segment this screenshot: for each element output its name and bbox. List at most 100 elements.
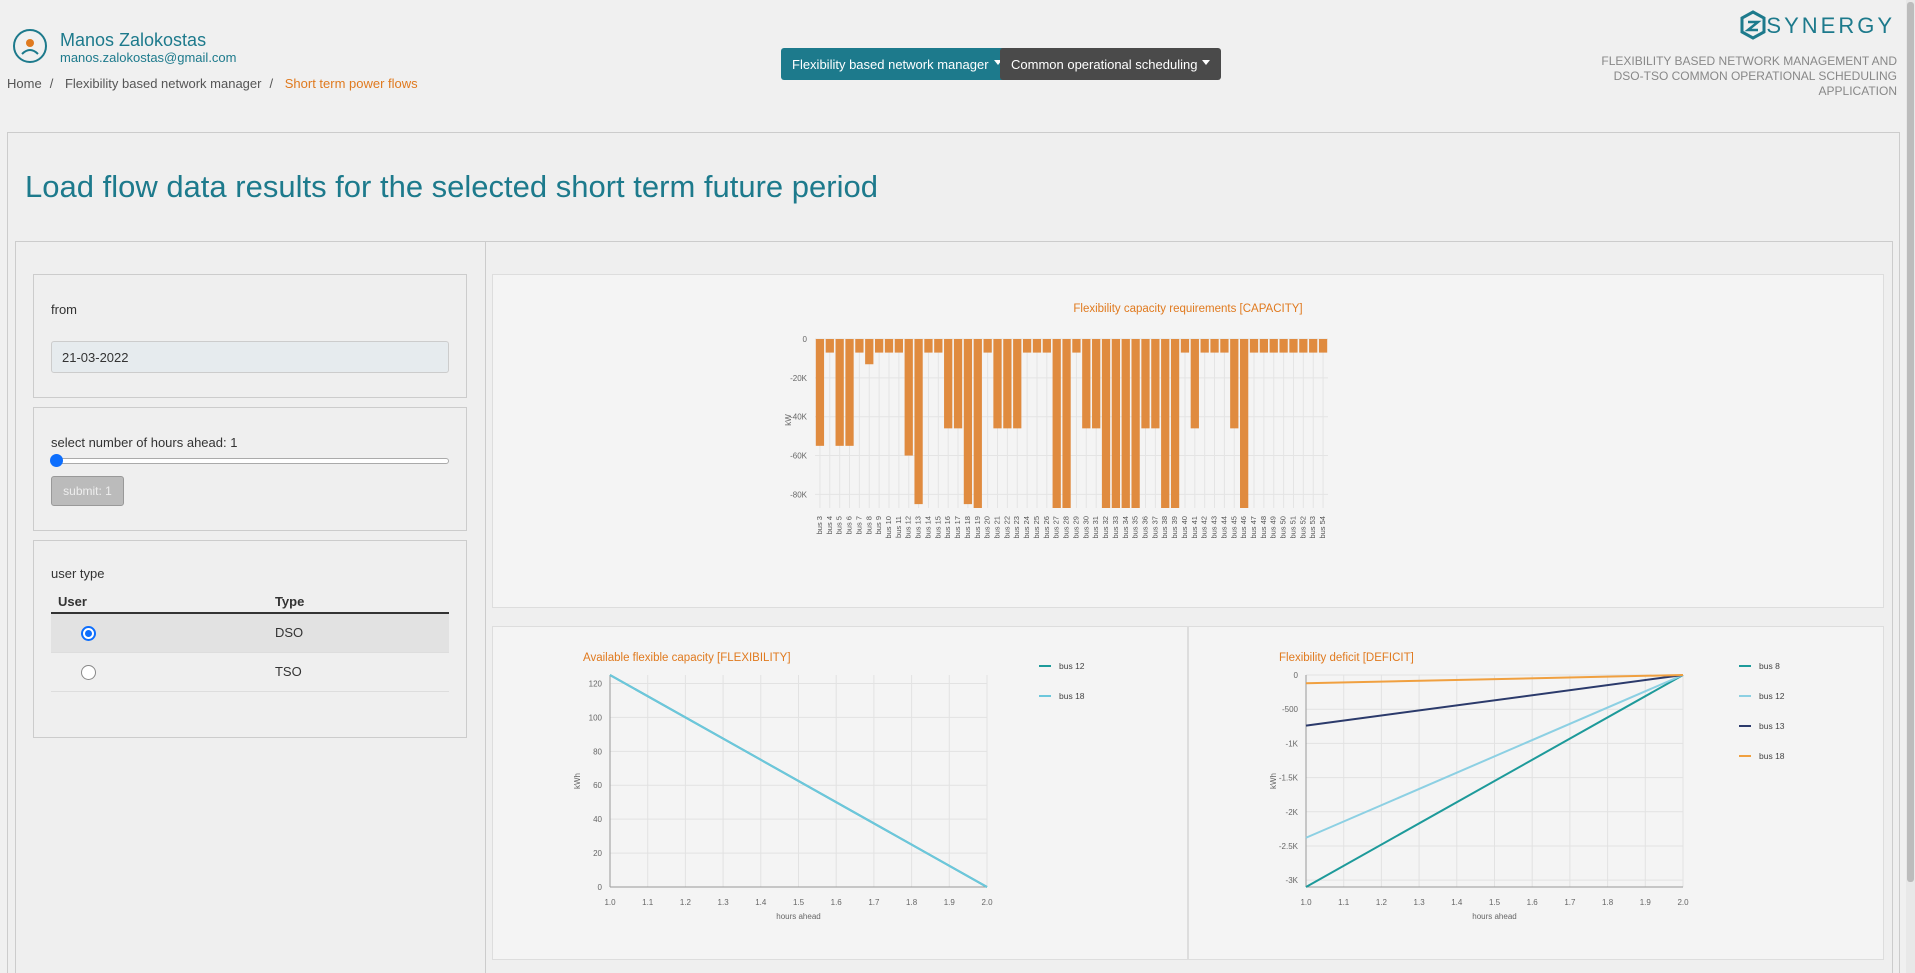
table-row[interactable]: DSO — [51, 613, 449, 653]
capacity-bar-chart: Flexibility capacity requirements [CAPAC… — [784, 303, 1328, 539]
y-tick-label: -60K — [790, 452, 808, 461]
brand-subtitle: FLEXIBILITY BASED NETWORK MANAGEMENT AND… — [1577, 54, 1897, 99]
submit-button[interactable]: submit: 1 — [51, 476, 124, 506]
bar — [1210, 339, 1219, 353]
user-avatar-icon[interactable] — [13, 29, 47, 63]
x-tick-label: bus 24 — [1022, 516, 1031, 539]
breadcrumb-home[interactable]: Home — [7, 76, 42, 91]
capacity-chart-card: Flexibility capacity requirements [CAPAC… — [492, 274, 1884, 608]
legend-label: bus 8 — [1759, 661, 1780, 671]
chevron-down-icon — [1202, 59, 1211, 65]
x-tick-label: 1.3 — [1414, 898, 1426, 907]
hours-label: select number of hours ahead: 1 — [51, 435, 238, 450]
x-tick-label: bus 9 — [874, 516, 883, 534]
legend-label: bus 13 — [1759, 721, 1785, 731]
bar — [973, 339, 982, 508]
bar — [1121, 339, 1130, 508]
deficit-chart-card: Flexibility deficit [DEFICIT] kWh hours ah… — [1188, 626, 1884, 960]
breadcrumb: Home / Flexibility based network manager /… — [7, 76, 418, 91]
y-tick-label: 40 — [593, 815, 602, 824]
user-type-value: TSO — [267, 652, 449, 692]
bar — [1230, 339, 1239, 429]
bar — [845, 339, 854, 446]
bar — [1269, 339, 1278, 353]
bar — [983, 339, 992, 353]
x-tick-label: bus 43 — [1210, 516, 1219, 539]
x-tick-label: bus 51 — [1288, 516, 1297, 539]
y-tick-label: -500 — [1282, 705, 1299, 714]
common-scheduling-dropdown[interactable]: Common operational scheduling — [1000, 48, 1222, 80]
bar — [825, 339, 834, 353]
bar — [904, 339, 913, 456]
x-tick-label: bus 21 — [993, 516, 1002, 539]
table-row[interactable]: TSO — [51, 652, 449, 692]
page-scrollbar[interactable] — [1906, 0, 1915, 973]
x-tick-label: 1.7 — [1564, 898, 1576, 907]
bar — [1131, 339, 1140, 508]
from-date-input[interactable] — [51, 341, 449, 373]
x-tick-label: 1.6 — [1527, 898, 1539, 907]
x-tick-label: 1.5 — [1489, 898, 1501, 907]
hours-card: select number of hours ahead: 1 submit: … — [33, 407, 467, 531]
user-type-table: User Type DSO TSO — [51, 591, 449, 692]
main-panel: Load flow data results for the selected … — [7, 132, 1900, 973]
bar — [1220, 339, 1229, 353]
x-tick-label: 1.9 — [1640, 898, 1652, 907]
x-tick-label: bus 27 — [1052, 516, 1061, 539]
bar — [1062, 339, 1071, 508]
bar — [1072, 339, 1081, 353]
hours-slider-thumb[interactable] — [50, 454, 63, 467]
x-tick-label: bus 44 — [1219, 516, 1228, 539]
y-tick-label: 20 — [593, 849, 602, 858]
x-tick-label: bus 33 — [1111, 516, 1120, 539]
bar — [1022, 339, 1032, 353]
bar — [993, 339, 1002, 429]
y-tick-label: -1.5K — [1279, 774, 1299, 783]
scrollbar-thumb[interactable] — [1907, 2, 1914, 882]
bar — [835, 339, 844, 446]
x-tick-label: bus 45 — [1229, 516, 1238, 539]
brand-subtitle-line: APPLICATION — [1818, 84, 1897, 98]
from-label: from — [51, 302, 77, 317]
x-tick-label: 1.0 — [604, 898, 616, 907]
bar — [1111, 339, 1121, 508]
user-radio-dso[interactable] — [81, 625, 96, 641]
breadcrumb-flex-manager[interactable]: Flexibility based network manager — [65, 76, 262, 91]
flex-manager-dropdown[interactable]: Flexibility based network manager — [781, 48, 1013, 80]
chart-title: Flexibility deficit [DEFICIT] — [1279, 652, 1414, 664]
y-tick-label: 80 — [593, 747, 602, 756]
bar — [894, 339, 903, 353]
user-radio-tso[interactable] — [81, 664, 96, 680]
bar — [934, 339, 943, 353]
y-axis-label: kWh — [1269, 773, 1278, 789]
x-tick-label: bus 12 — [904, 516, 913, 539]
x-tick-label: bus 11 — [894, 516, 903, 538]
chart-title: Flexibility capacity requirements [CAPAC… — [1073, 303, 1302, 315]
bar — [874, 339, 884, 353]
bar — [1180, 339, 1190, 353]
page-title: Load flow data results for the selected … — [25, 169, 878, 204]
bar — [865, 339, 874, 365]
x-tick-label: bus 50 — [1279, 516, 1288, 539]
bar — [1309, 339, 1318, 353]
x-tick-label: bus 35 — [1131, 516, 1140, 539]
x-tick-label: 1.4 — [1451, 898, 1463, 907]
bar — [855, 339, 864, 353]
bar — [1318, 339, 1328, 353]
x-tick-label: bus 10 — [884, 516, 893, 539]
deficit-line-chart: Flexibility deficit [DEFICIT] kWh hours ah… — [1269, 652, 1785, 921]
bar — [1249, 339, 1259, 353]
legend-label: bus 18 — [1059, 691, 1085, 701]
bar — [914, 339, 923, 505]
x-tick-label: bus 6 — [845, 516, 854, 534]
brand-name: SYNERGY — [1766, 13, 1895, 38]
y-tick-label: 0 — [803, 335, 808, 344]
legend-label: bus 12 — [1059, 661, 1085, 671]
x-tick-label: bus 37 — [1150, 516, 1159, 539]
x-tick-label: bus 42 — [1200, 516, 1209, 539]
x-tick-label: 1.8 — [1602, 898, 1614, 907]
legend-label: bus 18 — [1759, 751, 1785, 761]
bar — [1289, 339, 1298, 353]
hours-slider[interactable] — [51, 458, 449, 464]
y-tick-label: -20K — [790, 374, 808, 383]
